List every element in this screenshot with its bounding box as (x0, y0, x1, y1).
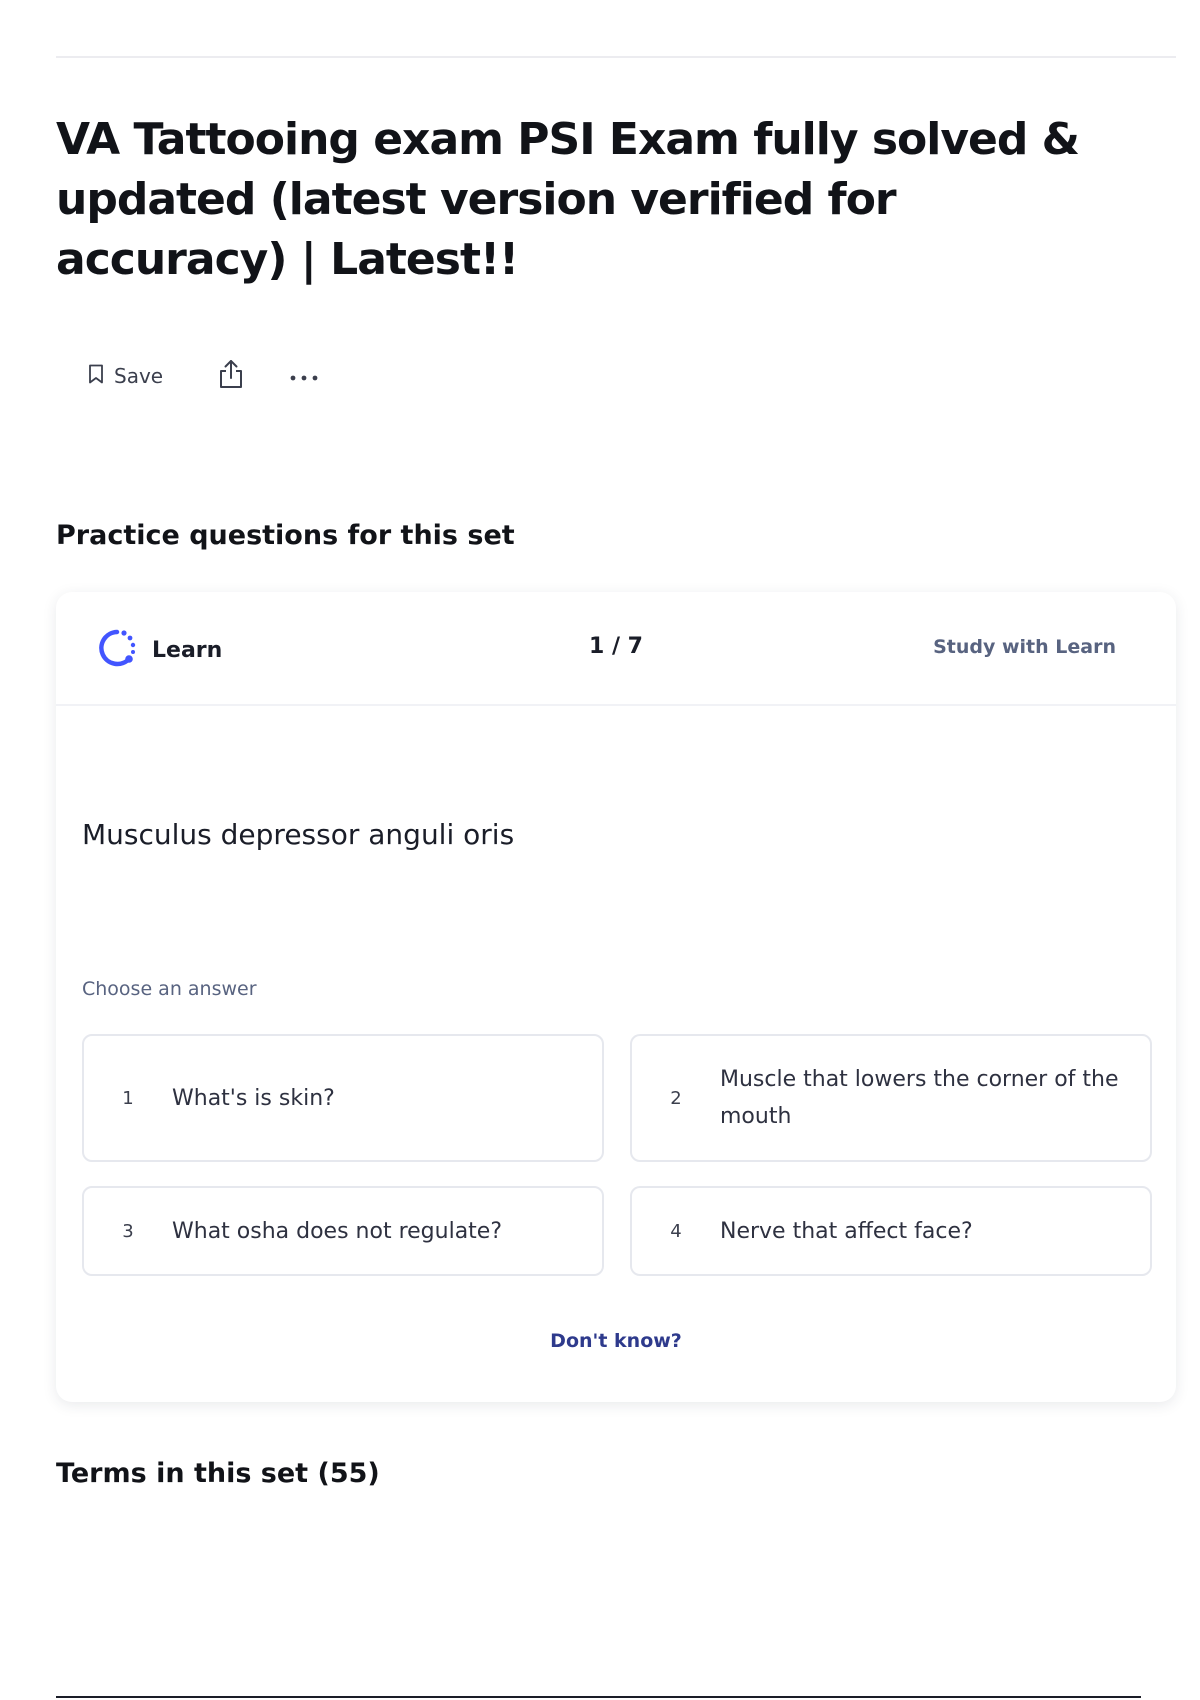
answer-option-1[interactable]: 1 What's is skin? (82, 1034, 604, 1162)
bookmark-icon (88, 364, 104, 389)
learn-mode-icon (96, 626, 138, 674)
option-text: Muscle that lowers the corner of the mou… (720, 1067, 1119, 1129)
learn-card: Learn 1 / 7 Study with Learn Musculus de… (56, 592, 1176, 1402)
question-term: Musculus depressor anguli oris (82, 818, 515, 851)
terms-heading: Terms in this set (55) (56, 1458, 380, 1489)
more-horizontal-icon (289, 367, 319, 386)
bottom-divider (56, 1696, 1141, 1698)
answer-option-4[interactable]: 4 Nerve that affect face? (630, 1186, 1152, 1276)
share-icon (217, 358, 245, 394)
study-with-learn-link[interactable]: Study with Learn (933, 636, 1116, 658)
learn-mode-label: Learn (152, 637, 223, 663)
save-button[interactable]: Save (80, 358, 171, 395)
practice-heading: Practice questions for this set (56, 520, 515, 551)
set-toolbar: Save (80, 356, 323, 396)
learn-card-header: Learn 1 / 7 Study with Learn (56, 592, 1176, 706)
option-number: 3 (122, 1220, 134, 1242)
answer-option-2[interactable]: 2 Muscle that lowers the corner of the m… (630, 1034, 1152, 1162)
share-button[interactable] (213, 354, 249, 398)
option-text: Nerve that affect face? (720, 1218, 973, 1244)
save-label: Save (114, 364, 164, 388)
choose-answer-label: Choose an answer (82, 978, 257, 1000)
option-text: What osha does not regulate? (172, 1218, 503, 1244)
more-options-button[interactable] (285, 363, 323, 390)
answer-option-3[interactable]: 3 What osha does not regulate? (82, 1186, 604, 1276)
page-title: VA Tattooing exam PSI Exam fully solved … (56, 114, 1080, 285)
learn-mode: Learn (96, 626, 222, 674)
option-number: 1 (122, 1087, 134, 1109)
dont-know-button[interactable]: Don't know? (56, 1330, 1176, 1352)
option-number: 2 (670, 1087, 682, 1109)
option-number: 4 (670, 1220, 682, 1242)
option-text: What's is skin? (172, 1085, 335, 1111)
top-divider (56, 56, 1176, 58)
question-progress: 1 / 7 (589, 634, 643, 659)
